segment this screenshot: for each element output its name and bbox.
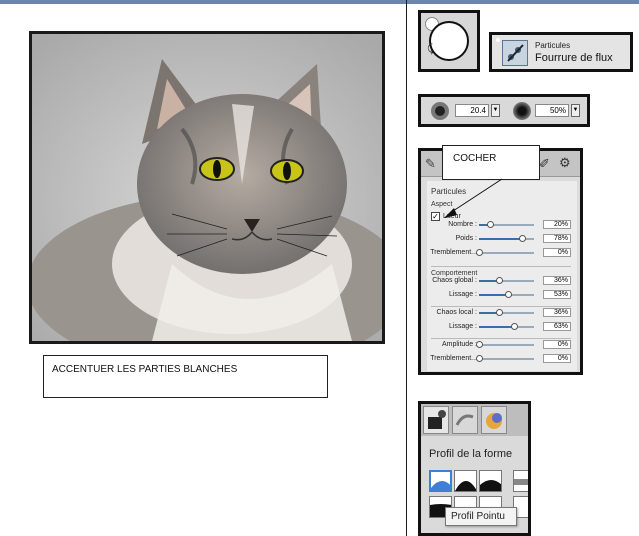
slider-value-field[interactable]: 36% [543, 308, 571, 317]
profile-shape-3[interactable] [479, 470, 502, 492]
slider-label: Chaos local : [436, 309, 477, 316]
section-separator [431, 306, 571, 307]
instruction-note-text: ACCENTUER LES PARTIES BLANCHES [52, 364, 238, 375]
profile-title: Profil de la forme [429, 448, 513, 460]
primary-color-swatch[interactable] [429, 21, 469, 61]
gear-icon[interactable]: ⚙ [559, 155, 571, 171]
slider-fill [479, 294, 509, 296]
brush-size-icon [431, 102, 449, 120]
slider-knob[interactable] [476, 249, 483, 256]
shape-tab[interactable] [423, 406, 449, 434]
cat-illustration [32, 34, 382, 341]
particle-brush-icon [502, 40, 528, 66]
section-separator [431, 266, 571, 267]
brush-preset-panel[interactable]: Particules Fourrure de flux [489, 32, 633, 72]
slider-track[interactable] [479, 358, 534, 360]
tooltip-text: Profil Pointu [451, 511, 505, 522]
profile-shape-pointed[interactable] [429, 470, 452, 492]
opacity-dropdown[interactable]: ▼ [571, 104, 580, 117]
slider-value-field[interactable]: 63% [543, 322, 571, 331]
slider-knob[interactable] [495, 277, 503, 284]
brush-color-panel: ⤹ [418, 10, 480, 72]
section-separator [431, 338, 571, 339]
slider-value-field[interactable]: 53% [543, 290, 571, 299]
swap-colors-icon[interactable]: ⤹ [427, 43, 434, 56]
slider-label: Tremblement... [430, 249, 477, 256]
slider-knob[interactable] [505, 291, 513, 298]
profile-shape-4[interactable] [513, 470, 528, 492]
shape-tooltip: Profil Pointu [445, 507, 517, 526]
window-top-bar [0, 0, 639, 4]
slider-knob[interactable] [518, 235, 526, 242]
profile-shape-2[interactable] [454, 470, 477, 492]
slider-label: Lissage : [448, 323, 477, 330]
slider-label: Lissage : [448, 291, 477, 298]
profile-tabs [421, 404, 528, 436]
slider-value-field[interactable]: 0% [543, 248, 571, 257]
preset-category: Particules [535, 41, 571, 50]
slider-knob[interactable] [495, 309, 503, 316]
check-callout-text: COCHER [453, 153, 497, 164]
slider-knob[interactable] [476, 341, 483, 348]
brush-size-field[interactable]: 20.4 [455, 104, 489, 117]
behavior-section-label: Comportement [431, 270, 478, 277]
opacity-icon [513, 102, 531, 120]
slider-track[interactable] [479, 252, 534, 254]
slider-knob[interactable] [476, 355, 483, 362]
brush-size-dropdown[interactable]: ▼ [491, 104, 500, 117]
slider-label: Poids : [455, 235, 477, 242]
brush-settings-icon[interactable]: ✐ [539, 156, 550, 172]
column-divider [406, 0, 407, 536]
cat-painting [29, 31, 385, 344]
slider-fill [479, 238, 522, 240]
slider-value-field[interactable]: 0% [543, 354, 571, 363]
slider-label: Chaos global : [432, 277, 477, 284]
slider-value-field[interactable]: 78% [543, 234, 571, 243]
slider-track[interactable] [479, 344, 534, 346]
slider-label: Amplitude : [441, 341, 477, 348]
slider-value-field[interactable]: 20% [543, 220, 571, 229]
slider-value-field[interactable]: 36% [543, 276, 571, 285]
slider-value-field[interactable]: 0% [543, 340, 571, 349]
preset-name: Fourrure de flux [535, 52, 613, 64]
slider-label: Tremblement... [430, 355, 477, 362]
stroke-tab[interactable] [452, 406, 478, 434]
brush-tab-icon[interactable]: ✎ [425, 156, 436, 172]
opacity-field[interactable]: 50% [535, 104, 569, 117]
slider-fill [479, 326, 514, 328]
preset-indicator-icon [496, 38, 500, 42]
callout-arrow [444, 178, 503, 218]
slider-knob[interactable] [510, 323, 518, 330]
color-tab[interactable] [481, 406, 507, 434]
instruction-note: ACCENTUER LES PARTIES BLANCHES [43, 355, 328, 398]
brush-size-opacity-panel: 20.4 ▼ 50% ▼ [418, 94, 590, 127]
